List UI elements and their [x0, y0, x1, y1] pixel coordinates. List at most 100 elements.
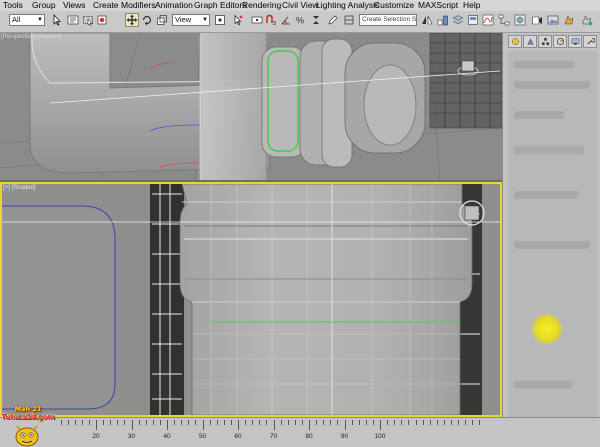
ruler-minor-tick	[252, 420, 254, 425]
select-by-name-icon	[67, 15, 79, 25]
curve-editor-button[interactable]	[481, 13, 495, 27]
manipulate-button[interactable]	[231, 13, 245, 27]
isolate-button[interactable]	[342, 13, 356, 27]
menu-help[interactable]: Help	[463, 0, 480, 11]
percent-snap-button[interactable]: %	[294, 13, 308, 27]
modify-tab[interactable]	[523, 35, 537, 48]
use-pivot-button[interactable]	[213, 13, 227, 27]
motion-tab[interactable]	[553, 35, 567, 48]
ruler-minor-tick	[81, 420, 83, 425]
render-button[interactable]	[562, 13, 576, 27]
hierarchy-tab-icon	[541, 37, 549, 46]
track-bar[interactable]: 20 30 40 50 60 70 80 90 100	[0, 417, 600, 447]
command-panel-tabs	[508, 35, 598, 49]
select-object-button[interactable]	[50, 13, 64, 27]
watermark-logo: Mah 21 Training Tutors3d.com	[0, 405, 56, 447]
ruler-minor-tick	[458, 420, 460, 425]
utilities-tab[interactable]	[583, 35, 597, 48]
material-editor-button[interactable]	[513, 13, 527, 27]
snap-button[interactable]: 3	[264, 13, 278, 27]
menu-views[interactable]: Views	[63, 0, 86, 11]
menu-rendering[interactable]: Rendering	[242, 0, 281, 11]
align-icon	[437, 15, 448, 26]
curve-editor-icon	[482, 14, 494, 26]
selection-filter-value: All	[12, 15, 21, 24]
render-iterative-button[interactable]	[580, 13, 594, 27]
manipulate-icon	[234, 14, 243, 26]
ruler-minor-tick	[266, 420, 268, 425]
align-button[interactable]	[436, 13, 450, 27]
spinner-snap-icon	[313, 16, 319, 24]
layer-manager-button[interactable]	[451, 13, 465, 27]
named-selection-set-field[interactable]: Create Selection Se	[359, 14, 417, 26]
ruler-minor-tick	[138, 420, 140, 425]
ruler-minor-tick	[103, 420, 105, 425]
ruler-minor-tick	[436, 420, 438, 425]
menu-civil-view[interactable]: Civil View	[282, 0, 319, 11]
front-scene	[2, 184, 500, 415]
reference-coordinate-value: View	[175, 15, 192, 24]
rollout-bar	[514, 191, 578, 199]
window-crossing-button[interactable]	[95, 13, 109, 27]
mirror-icon	[422, 15, 433, 25]
use-pivot-icon	[215, 15, 225, 25]
ruler-minor-tick	[358, 420, 360, 425]
ruler-minor-tick	[74, 420, 76, 425]
ruler-minor-tick	[131, 420, 133, 425]
schematic-icon	[498, 14, 510, 26]
ruler-minor-tick	[394, 420, 396, 425]
ruler-minor-tick	[323, 420, 325, 425]
ruler-minor-tick	[429, 420, 431, 425]
front-viewport[interactable]: [+] [Shaded]	[0, 182, 502, 417]
schematic-button[interactable]	[497, 13, 511, 27]
ruler-minor-tick	[344, 420, 346, 425]
create-tab[interactable]	[508, 35, 522, 48]
hierarchy-tab[interactable]	[538, 35, 552, 48]
menu-animation[interactable]: Animation	[155, 0, 193, 11]
rendered-frame-icon	[547, 15, 559, 25]
menu-customize[interactable]: Customize	[374, 0, 414, 11]
render-setup-button[interactable]	[530, 13, 544, 27]
ruler-minor-tick	[365, 420, 367, 425]
graphite-button[interactable]	[466, 13, 480, 27]
frame-ruler[interactable]: 20 30 40 50 60 70 80 90 100	[56, 420, 481, 444]
ruler-minor-tick	[309, 420, 310, 425]
menu-modifiers[interactable]: Modifiers	[121, 0, 155, 11]
selection-filter-dropdown[interactable]: All ▼	[9, 14, 45, 26]
rendered-frame-button[interactable]	[546, 13, 560, 27]
keyboard-shortcut-button[interactable]	[250, 13, 264, 27]
display-tab[interactable]	[568, 35, 582, 48]
edit-named-sel-button[interactable]	[326, 13, 340, 27]
ruler-minor-tick	[273, 420, 275, 425]
select-by-name-button[interactable]	[66, 13, 80, 27]
menu-group[interactable]: Group	[32, 0, 56, 11]
ruler-minor-tick	[174, 420, 176, 425]
mirror-button[interactable]	[420, 13, 434, 27]
snap-3-icon: 3	[266, 14, 276, 26]
angle-snap-button[interactable]	[279, 13, 293, 27]
rect-region-button[interactable]	[81, 13, 95, 27]
spinner-snap-button[interactable]	[309, 13, 323, 27]
ruler-minor-tick	[316, 420, 318, 425]
menu-lighting-analysis[interactable]: Lighting Analysis	[316, 0, 379, 11]
highlight-marker	[532, 314, 562, 344]
chevron-down-icon: ▼	[202, 17, 208, 23]
scale-button[interactable]	[155, 13, 169, 27]
ruler-minor-tick	[209, 420, 211, 425]
menu-create[interactable]: Create	[93, 0, 119, 11]
ruler-minor-tick	[117, 420, 119, 425]
perspective-viewport[interactable]: [Perspective] [Shaded]	[0, 33, 502, 182]
ruler-minor-tick	[238, 420, 239, 425]
ruler-minor-tick	[301, 420, 303, 425]
menu-tools[interactable]: Tools	[3, 0, 23, 11]
rotate-button[interactable]	[140, 13, 154, 27]
window-crossing-icon	[97, 15, 107, 25]
rollout-bar	[514, 241, 590, 249]
front-viewport-label[interactable]: [+] [Shaded]	[3, 185, 36, 191]
menu-graph-editors[interactable]: Graph Editors	[194, 0, 246, 11]
move-button[interactable]	[125, 13, 139, 27]
reference-coordinate-dropdown[interactable]: View ▼	[172, 14, 210, 26]
perspective-viewport-label[interactable]: [Perspective] [Shaded]	[1, 34, 61, 40]
menu-maxscript[interactable]: MAXScript	[418, 0, 458, 11]
ruler-minor-tick	[422, 420, 424, 425]
